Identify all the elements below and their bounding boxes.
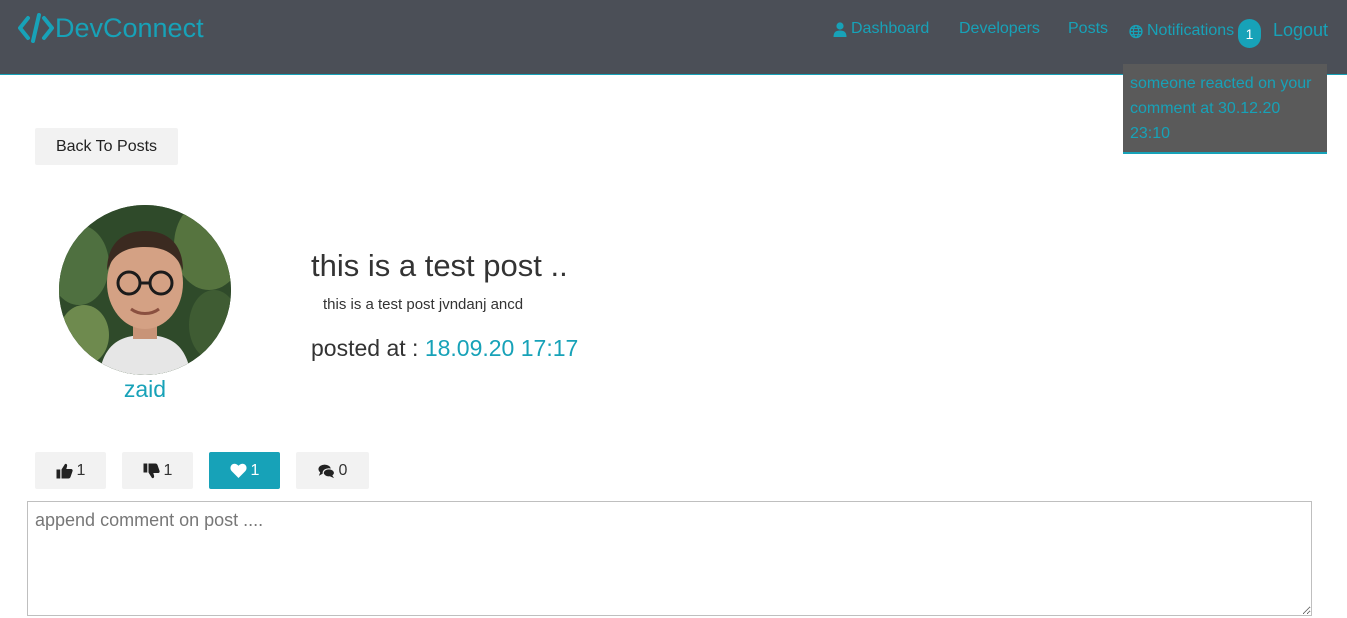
- dislike-count: 1: [163, 461, 173, 479]
- heart-icon: [229, 463, 247, 478]
- brand-link[interactable]: DevConnect: [18, 12, 204, 44]
- user-icon: [833, 21, 847, 37]
- brand-name: DevConnect: [55, 12, 204, 43]
- posted-at-value: 18.09.20 17:17: [424, 335, 579, 361]
- posted-at-label: posted at :: [311, 335, 425, 361]
- comments-button[interactable]: 0: [296, 452, 369, 489]
- notification-item[interactable]: someone reacted on your comment at 30.12…: [1130, 71, 1320, 146]
- post-title: this is a test post ..: [311, 248, 568, 283]
- author-name[interactable]: zaid: [59, 376, 231, 403]
- post-date: posted at : 18.09.20 17:17: [311, 335, 578, 362]
- avatar[interactable]: [59, 205, 231, 375]
- comment-input[interactable]: [27, 501, 1312, 616]
- love-button[interactable]: 1: [209, 452, 280, 489]
- notification-count-badge[interactable]: 1: [1238, 19, 1261, 48]
- nav-developers[interactable]: Developers: [959, 20, 1040, 38]
- dislike-button[interactable]: 1: [122, 452, 193, 489]
- notifications-dropdown: someone reacted on your comment at 30.12…: [1123, 64, 1327, 154]
- back-to-posts-button[interactable]: Back To Posts: [35, 128, 178, 165]
- nav-developers-label: Developers: [959, 20, 1040, 37]
- nav-posts-label: Posts: [1068, 20, 1109, 37]
- like-count: 1: [76, 461, 86, 479]
- nav-logout-label: Logout: [1273, 20, 1329, 40]
- globe-icon: [1129, 24, 1143, 38]
- comment-count: 0: [338, 461, 348, 479]
- comments-icon: [318, 464, 335, 478]
- code-icon: [18, 13, 54, 43]
- avatar-photo: [59, 205, 231, 375]
- nav-notifications-label: Notifications: [1147, 22, 1235, 39]
- nav-notifications[interactable]: Notifications: [1129, 22, 1234, 40]
- nav-logout[interactable]: Logout: [1273, 20, 1328, 41]
- thumbs-up-icon: [56, 463, 73, 478]
- post-body: this is a test post jvndanj ancd: [323, 296, 524, 313]
- nav-dashboard-label: Dashboard: [851, 20, 930, 37]
- nav-posts[interactable]: Posts: [1068, 20, 1108, 38]
- love-count: 1: [250, 461, 260, 479]
- thumbs-down-icon: [143, 463, 160, 478]
- nav-dashboard[interactable]: Dashboard: [833, 20, 929, 38]
- like-button[interactable]: 1: [35, 452, 106, 489]
